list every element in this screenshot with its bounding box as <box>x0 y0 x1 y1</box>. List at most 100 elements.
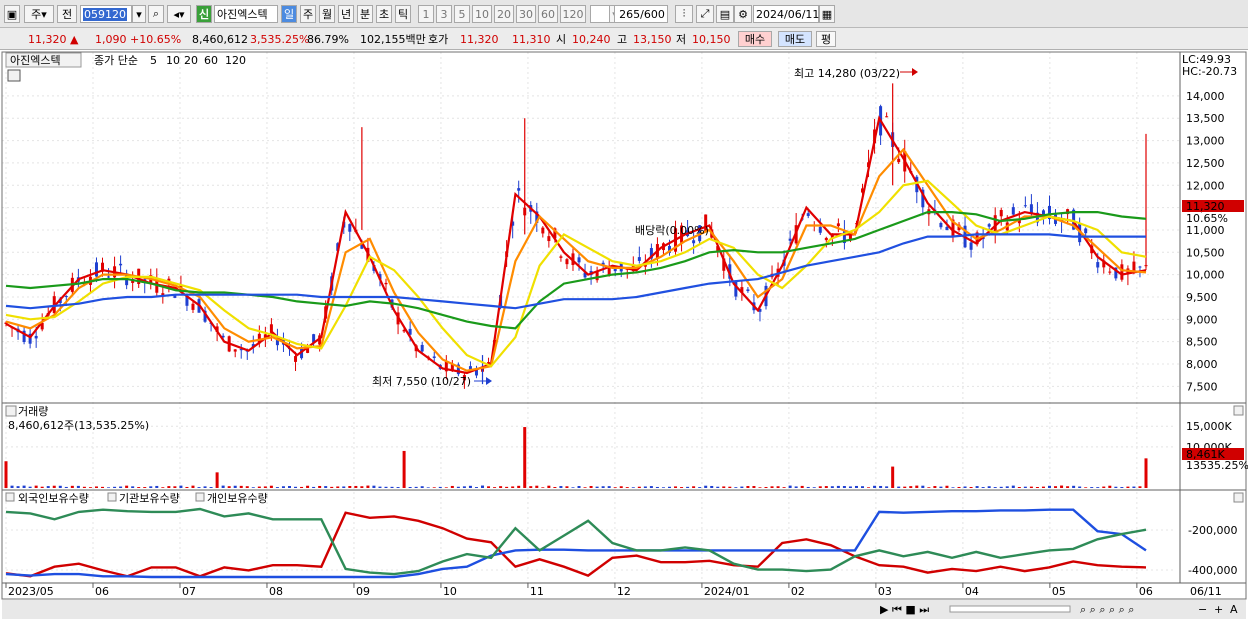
badge-text: 신 <box>198 8 210 21</box>
candle-body <box>1096 262 1100 268</box>
open-value: 10,240 <box>572 32 611 46</box>
amount: 102,155백만 <box>360 31 426 47</box>
volume-bar <box>848 486 852 488</box>
buy-button[interactable]: 매수 <box>738 31 772 47</box>
count-field[interactable]: 265/600 <box>614 5 668 23</box>
layout-icon[interactable]: ▣ <box>4 5 20 23</box>
candle-body <box>824 237 828 241</box>
change: 1,090 <box>95 31 127 47</box>
interval-3[interactable]: 3 <box>436 5 452 23</box>
date-field[interactable]: 2024/06/11 <box>753 5 819 23</box>
low-label: 저 <box>676 31 686 47</box>
flow-panel-icon[interactable] <box>5 492 15 502</box>
eval-button[interactable]: 평 <box>816 31 836 47</box>
ratio2-value: 86.79% <box>307 32 349 46</box>
period-label: 틱 <box>397 8 409 21</box>
volume-bar <box>969 486 973 488</box>
interval-custom[interactable] <box>590 5 610 23</box>
x-tick-label: 03 <box>878 585 892 598</box>
interval-60[interactable]: 60 <box>538 5 558 23</box>
draw-tool-icon[interactable]: ⤢ <box>696 5 714 23</box>
volume-panel-close-icon[interactable] <box>1233 405 1244 416</box>
interval-30[interactable]: 30 <box>516 5 536 23</box>
interval-10[interactable]: 10 <box>472 5 492 23</box>
volume-bar <box>402 450 406 488</box>
period-day[interactable]: 일 <box>281 5 297 23</box>
volume-bar <box>149 486 153 488</box>
volume-bar <box>637 486 641 488</box>
grid-toggle-icon[interactable] <box>7 69 21 82</box>
volume-bar <box>915 485 919 488</box>
max-note: 최고 14,280 (03/22) <box>794 67 900 80</box>
flow-tick-label: -200,000 <box>1188 524 1237 537</box>
scroll-slider[interactable] <box>949 605 1071 613</box>
x-tick-label: 2024/01 <box>704 585 750 598</box>
speaker-icon[interactable]: ◂▾ <box>167 5 191 23</box>
change-pct: +10.65% <box>130 31 181 47</box>
volume-bar <box>933 486 937 488</box>
volume-bar <box>22 485 26 488</box>
code-input[interactable]: 059120 <box>80 5 132 23</box>
volume-bar <box>143 487 147 488</box>
volume-bar <box>553 487 557 488</box>
volume-panel-icon[interactable] <box>5 405 17 417</box>
candle-body <box>885 116 889 118</box>
volume-bar <box>945 485 949 488</box>
interval-20[interactable]: 20 <box>494 5 514 23</box>
volume-bar <box>239 485 243 488</box>
volume-bar <box>203 486 207 488</box>
volume-bar <box>384 486 388 488</box>
scroll-right-icon[interactable]: ▶ ⏮ ■ ⏭ <box>880 603 929 616</box>
candle-body <box>119 263 123 266</box>
zoom-icons[interactable]: ⌕ ⌕ ⌕ ⌕ ⌕ ⌕ <box>1080 603 1134 616</box>
y-tick-label: 9,000 <box>1186 313 1218 326</box>
volume-bar <box>251 487 255 488</box>
code-dropdown-icon[interactable]: ▾ <box>132 5 146 23</box>
volume-bar <box>312 486 316 488</box>
volume-bar <box>1035 486 1039 488</box>
current-price: 11,320 ▲ <box>28 32 79 46</box>
ask-sell: 11,320 <box>460 31 499 47</box>
chart-area: 7,500 8,000 8,500 9,000 9,500 10,000 10,500 11,… <box>0 50 1248 621</box>
interval-1[interactable]: 1 <box>418 5 434 23</box>
calendar-icon[interactable]: ▦ <box>819 5 835 23</box>
x-tick-label: 04 <box>965 585 979 598</box>
save-icon[interactable]: ▤ <box>716 5 734 23</box>
period-second[interactable]: 초 <box>376 5 392 23</box>
volume-bar <box>197 487 201 488</box>
interval-120[interactable]: 120 <box>560 5 586 23</box>
settings-icon[interactable]: ⚙ <box>734 5 752 23</box>
flow-panel-close-icon[interactable] <box>1233 492 1244 503</box>
period-month[interactable]: 월 <box>319 5 335 23</box>
volume-bar <box>867 487 871 488</box>
period-minute[interactable]: 분 <box>357 5 373 23</box>
flow-legend-icon <box>195 492 205 502</box>
volume-bar <box>818 486 822 488</box>
search-icon[interactable]: ⌕ <box>148 5 164 23</box>
interval-5[interactable]: 5 <box>454 5 470 23</box>
volume-bar <box>1023 486 1027 488</box>
zoom-in-icon[interactable]: + <box>1214 603 1223 616</box>
y-tick-label: 13,500 <box>1186 112 1225 125</box>
volume-bar <box>613 487 617 488</box>
volume-bar <box>28 486 32 488</box>
period-label: 분 <box>359 8 371 21</box>
prev-button[interactable]: 전 <box>57 5 77 23</box>
candle-body <box>432 356 436 358</box>
volume-bar <box>891 466 895 488</box>
candle-type-icon[interactable]: ⫶ <box>675 5 693 23</box>
volume-bar <box>137 487 141 488</box>
volume-bar <box>836 485 840 488</box>
period-label: 일 <box>283 8 295 21</box>
volume-bar <box>667 486 671 488</box>
period-year[interactable]: 년 <box>338 5 354 23</box>
zoom-out-icon[interactable]: − <box>1198 603 1207 616</box>
font-size-icon[interactable]: A <box>1230 603 1238 616</box>
volume-bar <box>432 487 436 488</box>
period-tick[interactable]: 틱 <box>395 5 411 23</box>
candle-body <box>836 223 840 227</box>
interval-label: 3 <box>440 7 448 21</box>
period-week[interactable]: 주 <box>300 5 316 23</box>
sell-button[interactable]: 매도 <box>778 31 812 47</box>
market-select[interactable]: 주 ▾ <box>24 5 54 23</box>
